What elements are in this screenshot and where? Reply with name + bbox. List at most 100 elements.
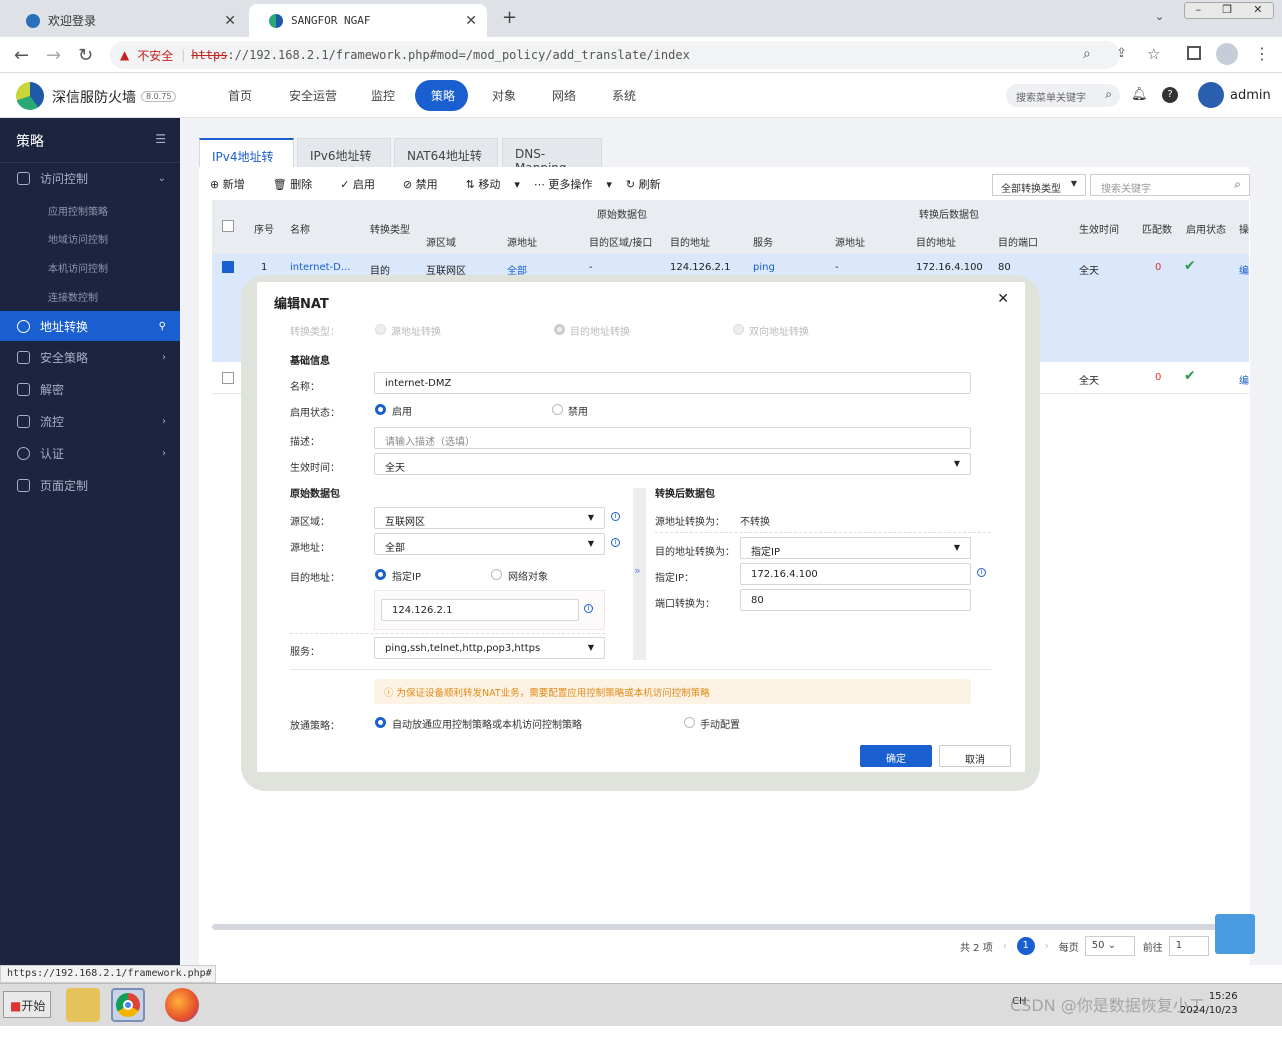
nav-security-ops[interactable]: 安全运营 <box>289 73 337 118</box>
dst-ip-input[interactable]: 124.126.2.1 <box>381 599 579 621</box>
search-icon[interactable]: ⌕ <box>1234 177 1241 192</box>
edit-link[interactable]: 编 <box>1239 262 1249 277</box>
zoom-icon[interactable]: ⌕ <box>1083 46 1091 62</box>
release-manual-radio[interactable] <box>684 717 695 728</box>
sidebar-item-auth[interactable]: 认证 › <box>0 438 180 468</box>
username[interactable]: admin <box>1230 88 1271 103</box>
refresh-button[interactable]: ↻ 刷新 <box>626 176 675 192</box>
type-src-radio[interactable] <box>375 324 386 335</box>
service-select[interactable]: ping,ssh,telnet,http,pop3,https ▼ <box>374 637 605 659</box>
nav-policy[interactable]: 策略 <box>431 73 455 118</box>
type-both-radio[interactable] <box>733 324 744 335</box>
sidebar-item-access-control[interactable]: 访问控制 ⌄ <box>0 163 180 193</box>
sidepanel-icon[interactable] <box>1187 46 1201 60</box>
share-icon[interactable]: ⇪ <box>1116 46 1127 61</box>
nav-monitor[interactable]: 监控 <box>371 73 395 118</box>
nav-objects[interactable]: 对象 <box>492 73 516 118</box>
more-actions-button[interactable]: ⋯ 更多操作 ▾ <box>534 176 612 192</box>
sidebar-item-security-policy[interactable]: 安全策略 › <box>0 342 180 372</box>
browser-menu-icon[interactable]: ⋮ <box>1254 44 1270 63</box>
edit-link[interactable]: 编 <box>1239 372 1249 387</box>
reload-icon[interactable]: ↻ <box>78 45 93 66</box>
dst-specified-ip-radio[interactable] <box>375 569 386 580</box>
user-avatar[interactable] <box>1198 82 1224 108</box>
profile-avatar-icon[interactable] <box>1216 43 1238 65</box>
add-button[interactable]: ⊕ 新增 <box>210 176 259 192</box>
tab-nat64[interactable]: NAT64地址转换 <box>394 138 498 180</box>
current-page[interactable]: 1 <box>1016 937 1035 955</box>
enable-button[interactable]: ✓ 启用 <box>340 176 389 192</box>
t-ip-input[interactable]: 172.16.4.100 <box>740 563 971 585</box>
collapse-menu-icon[interactable]: ☰ <box>155 132 166 146</box>
minimize-icon[interactable]: – <box>1196 3 1202 18</box>
file-explorer-icon[interactable] <box>66 988 100 1022</box>
close-tab-icon[interactable]: ✕ <box>465 13 477 29</box>
bell-icon[interactable]: 🔔︎ <box>1131 87 1148 102</box>
nav-system[interactable]: 系统 <box>612 73 636 118</box>
search-icon[interactable]: ⌕ <box>1105 87 1112 102</box>
menu-search-input[interactable]: 搜索菜单关键字 ⌕ <box>1006 84 1120 107</box>
confirm-button[interactable]: 确定 <box>860 745 932 767</box>
sidebar-item-page-custom[interactable]: 页面定制 <box>0 470 180 500</box>
cancel-button[interactable]: 取消 <box>939 745 1011 767</box>
type-filter-select[interactable]: 全部转换类型 ▼ <box>992 174 1086 196</box>
nav-home[interactable]: 首页 <box>228 73 252 118</box>
prev-page-icon[interactable]: ‹ <box>1003 941 1007 952</box>
help-icon[interactable]: ? <box>1162 87 1178 103</box>
sidebar-item-geo-access[interactable]: 地域访问控制 <box>48 231 108 246</box>
goto-page-input[interactable]: 1 <box>1168 936 1209 956</box>
info-icon[interactable]: i <box>611 512 620 521</box>
status-enable-radio[interactable] <box>375 404 386 415</box>
sidebar-item-decrypt[interactable]: 解密 <box>0 374 180 404</box>
delete-button[interactable]: 🗑︎ 删除 <box>273 176 326 192</box>
url-input[interactable]: ▲ 不安全 | https ://192.168.2.1/framework.p… <box>110 41 1120 69</box>
sidebar-item-app-control[interactable]: 应用控制策略 <box>48 203 108 218</box>
tab-ipv4-nat[interactable]: IPv4地址转换 <box>199 138 294 181</box>
t-port-input[interactable]: 80 <box>740 589 971 611</box>
t-dst-select[interactable]: 指定IP ▼ <box>740 537 971 559</box>
move-button[interactable]: ⇅ 移动 ▾ <box>466 176 520 192</box>
assistant-icon[interactable] <box>1215 914 1255 954</box>
tab-ipv6-nat[interactable]: IPv6地址转换 <box>297 138 391 180</box>
page-size-select[interactable]: 50 ⌄ <box>1084 936 1135 956</box>
info-icon[interactable]: i <box>977 568 986 577</box>
type-dst-radio[interactable] <box>554 324 565 335</box>
src-addr-select[interactable]: 全部 ▼ <box>374 533 605 555</box>
src-zone-select[interactable]: 互联网区 ▼ <box>374 507 605 529</box>
forward-icon[interactable]: → <box>46 45 61 66</box>
status-disable-radio[interactable] <box>552 404 563 415</box>
disable-button[interactable]: ⊘ 禁用 <box>403 176 452 192</box>
chrome-icon[interactable] <box>111 988 145 1022</box>
row-checkbox[interactable] <box>222 261 234 273</box>
pin-icon[interactable]: ⚲ <box>159 321 166 332</box>
info-icon[interactable]: i <box>584 604 593 613</box>
tab-dns-mapping[interactable]: DNS-Mapping <box>502 138 602 175</box>
dst-network-object-radio[interactable] <box>491 569 502 580</box>
next-page-icon[interactable]: › <box>1045 941 1049 952</box>
name-input[interactable]: internet-DMZ <box>374 372 971 394</box>
browser-tab-welcome[interactable]: 欢迎登录 ✕ <box>6 4 246 37</box>
firefox-icon[interactable] <box>165 988 199 1022</box>
info-icon[interactable]: i <box>611 538 620 547</box>
sidebar-item-local-access[interactable]: 本机访问控制 <box>48 260 108 275</box>
system-clock[interactable]: 15:26 2024/10/23 <box>1180 990 1238 1018</box>
horizontal-scrollbar[interactable] <box>212 924 1249 930</box>
back-icon[interactable]: ← <box>14 45 29 66</box>
release-auto-radio[interactable] <box>375 717 386 728</box>
schedule-select[interactable]: 全天 ▼ <box>374 453 971 475</box>
close-tab-icon[interactable]: ✕ <box>224 13 236 29</box>
close-window-icon[interactable]: ✕ <box>1253 3 1262 18</box>
close-icon[interactable]: ✕ <box>997 291 1009 307</box>
sidebar-item-traffic[interactable]: 流控 › <box>0 406 180 436</box>
select-all-checkbox[interactable] <box>222 220 234 232</box>
nav-network[interactable]: 网络 <box>552 73 576 118</box>
row-checkbox[interactable] <box>222 372 234 384</box>
row-name-link[interactable]: internet-D... <box>290 262 350 273</box>
sidebar-item-conn-limit[interactable]: 连接数控制 <box>48 289 98 304</box>
browser-tab-ngaf[interactable]: SANGFOR NGAF ✕ <box>249 4 487 37</box>
bookmark-star-icon[interactable]: ☆ <box>1147 45 1160 63</box>
sidebar-item-nat[interactable]: 地址转换 ⚲ <box>0 311 180 341</box>
restore-icon[interactable]: ❐ <box>1222 3 1232 18</box>
table-search-input[interactable]: 搜索关键字 ⌕ <box>1090 174 1250 196</box>
new-tab-icon[interactable]: + <box>502 7 517 28</box>
